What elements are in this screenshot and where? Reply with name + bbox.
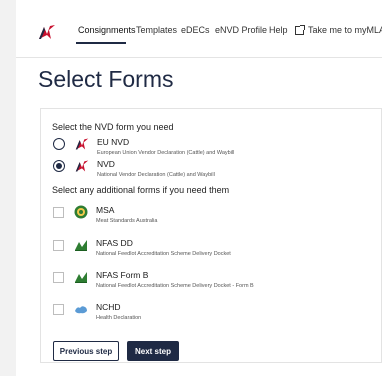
nfas-form-b-desc: National Feedlot Accreditation Scheme De… xyxy=(96,283,254,289)
nfas-form-b-checkbox[interactable] xyxy=(53,272,64,283)
nav-envd-profile[interactable]: eNVD Profile xyxy=(215,25,267,35)
page-title: Select Forms xyxy=(38,66,174,92)
nchd-label: NCHD xyxy=(96,302,121,312)
nvd-desc: National Vendor Declaration (Cattle) and… xyxy=(97,172,215,178)
nav-mymla-label: Take me to myMLA xyxy=(308,25,382,35)
msa-icon xyxy=(74,205,88,219)
nfas-dd-checkbox[interactable] xyxy=(53,240,64,251)
msa-desc: Meat Standards Australia xyxy=(96,218,158,224)
additional-option-nfas-dd[interactable]: NFAS DD National Feedlot Accreditation S… xyxy=(53,238,231,257)
mla-logo-icon xyxy=(75,138,89,150)
additional-option-nfas-form-b[interactable]: NFAS Form B National Feedlot Accreditati… xyxy=(53,270,254,289)
nchd-checkbox[interactable] xyxy=(53,304,64,315)
mla-logo-icon xyxy=(75,160,89,172)
nfas-form-b-label: NFAS Form B xyxy=(96,270,149,280)
top-nav-bar: Consignments Templates eDECs eNVD Profil… xyxy=(16,0,382,58)
active-tab-indicator xyxy=(76,42,126,44)
eu-nvd-radio[interactable] xyxy=(53,138,65,150)
nfas-dd-label: NFAS DD xyxy=(96,238,133,248)
nav-help[interactable]: Help xyxy=(269,25,288,35)
eu-nvd-label: EU NVD xyxy=(97,137,130,147)
additional-option-msa[interactable]: MSA Meat Standards Australia xyxy=(53,205,157,224)
additional-option-nchd[interactable]: NCHD Health Declaration xyxy=(53,302,141,321)
mla-logo-icon[interactable] xyxy=(38,24,56,40)
nvd-radio[interactable] xyxy=(53,160,65,172)
nav-mymla-link[interactable]: Take me to myMLA xyxy=(295,24,382,35)
external-link-icon xyxy=(295,24,305,35)
nchd-desc: Health Declaration xyxy=(96,315,142,321)
next-step-button[interactable]: Next step xyxy=(127,341,179,361)
forms-card: Select the NVD form you need EU NVD Euro… xyxy=(40,108,382,363)
nfas-icon xyxy=(75,240,87,251)
previous-step-button[interactable]: Previous step xyxy=(53,341,119,361)
nvd-option-nvd[interactable]: NVD National Vendor Declaration (Cattle)… xyxy=(53,159,215,178)
msa-checkbox[interactable] xyxy=(53,207,64,218)
nchd-icon xyxy=(75,306,87,314)
nfas-icon xyxy=(75,272,87,283)
nav-templates[interactable]: Templates xyxy=(136,25,177,35)
msa-label: MSA xyxy=(96,205,115,215)
nav-consignments[interactable]: Consignments xyxy=(78,25,136,35)
nvd-section-heading: Select the NVD form you need xyxy=(52,122,174,132)
nfas-dd-desc: National Feedlot Accreditation Scheme De… xyxy=(96,251,231,257)
page-content: Select Forms Select the NVD form you nee… xyxy=(16,58,382,376)
eu-nvd-desc: European Union Vendor Declaration (Cattl… xyxy=(97,150,235,156)
nvd-option-eu[interactable]: EU NVD European Union Vendor Declaration… xyxy=(53,137,234,156)
nvd-label: NVD xyxy=(97,159,115,169)
nav-edecs[interactable]: eDECs xyxy=(181,25,210,35)
additional-section-heading: Select any additional forms if you need … xyxy=(52,185,230,195)
